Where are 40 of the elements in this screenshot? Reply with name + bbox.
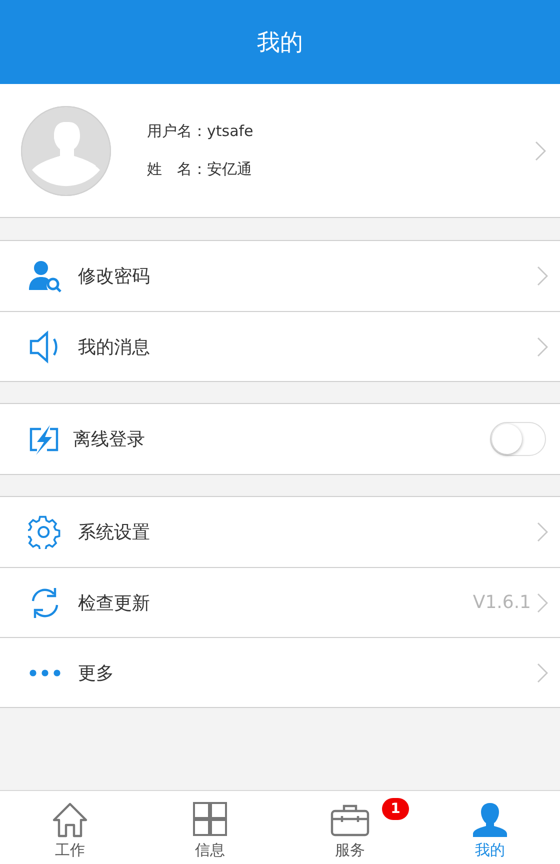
tab-label: 服务 <box>335 841 365 860</box>
row-label: 我的消息 <box>78 336 151 358</box>
page-title: 我的 <box>257 28 303 58</box>
tab-item[interactable]: 工作 <box>0 791 140 864</box>
tab-item[interactable]: 服务 1 <box>280 791 420 864</box>
person-icon <box>470 801 510 839</box>
user-search-icon <box>28 259 62 293</box>
chevron-right-icon <box>537 266 548 286</box>
tab-label: 信息 <box>195 841 225 860</box>
version-text: V1.6.1 <box>472 592 531 613</box>
settings-icon <box>28 515 62 549</box>
grid-icon <box>190 801 230 839</box>
tab-label: 工作 <box>55 841 85 860</box>
settings-row[interactable]: 检查更新 V1.6.1 <box>0 567 560 637</box>
settings-row[interactable]: 更多 <box>0 637 560 707</box>
row-label: 离线登录 <box>73 428 146 451</box>
settings-row[interactable]: 我的消息 <box>0 311 560 381</box>
tab-item[interactable]: 我的 <box>420 791 560 864</box>
profile-card[interactable]: 用户名：ytsafe 姓 名：安亿通 <box>0 84 560 218</box>
row-label: 检查更新 <box>78 592 151 614</box>
settings-row[interactable]: 修改密码 <box>0 241 560 311</box>
toggle-switch[interactable] <box>490 422 546 456</box>
name-text: 姓 名：安亿通 <box>147 160 253 179</box>
username-text: 用户名：ytsafe <box>147 122 254 141</box>
chevron-right-icon <box>535 140 546 160</box>
chevron-right-icon <box>537 336 548 356</box>
chevron-right-icon <box>537 662 548 682</box>
row-label: 修改密码 <box>78 265 151 288</box>
chevron-right-icon <box>537 592 548 612</box>
row-label: 系统设置 <box>78 521 151 544</box>
notification-badge: 1 <box>382 798 409 820</box>
more-icon <box>30 669 60 676</box>
settings-row[interactable]: 系统设置 <box>0 497 560 567</box>
settings-row[interactable]: 离线登录 <box>0 404 560 474</box>
tab-label: 我的 <box>475 841 505 860</box>
tab-item[interactable]: 信息 <box>140 791 280 864</box>
chevron-right-icon <box>537 522 548 542</box>
avatar-icon <box>21 106 111 196</box>
home-icon <box>50 801 90 839</box>
row-label: 更多 <box>78 662 115 684</box>
